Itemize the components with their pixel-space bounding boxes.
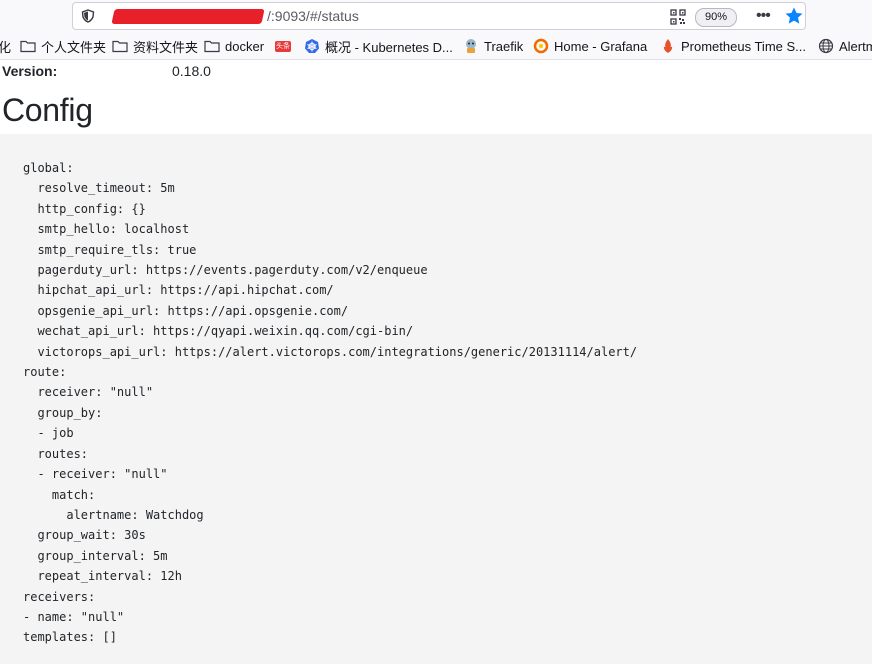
config-code-block: global: resolve_timeout: 5m http_config:… (0, 134, 872, 664)
address-bar[interactable]: /:9093/#/status 90% ••• (72, 2, 806, 30)
bookmark-star-icon[interactable] (784, 6, 804, 26)
bookmark-item-kubernetes[interactable]: 概况 - Kubernetes D... (304, 37, 453, 55)
bookmark-label: 概况 - Kubernetes D... (325, 39, 453, 55)
config-heading: Config (2, 92, 93, 128)
bookmark-label: Prometheus Time S... (681, 38, 806, 54)
folder-icon (112, 40, 128, 53)
zoom-indicator[interactable]: 90% (695, 8, 738, 27)
bookmark-label: Traefik (484, 38, 524, 54)
bookmark-item-partial[interactable]: 化 (0, 37, 11, 55)
bookmark-label: 个人文件夹 (41, 39, 107, 55)
bookmark-item-grafana[interactable]: Home - Grafana (533, 37, 647, 55)
folder-icon (204, 40, 220, 53)
prometheus-icon (663, 39, 673, 53)
shield-icon[interactable] (81, 9, 95, 23)
version-label: Version: (2, 63, 58, 79)
grafana-icon (533, 38, 549, 54)
qr-code-icon[interactable] (670, 9, 686, 25)
bookmark-label: docker (225, 38, 265, 54)
kubernetes-icon (305, 39, 319, 53)
bookmark-label: Home - Grafana (554, 38, 648, 54)
bookmark-item-toutiao[interactable]: 头条 (275, 37, 291, 55)
folder-icon (20, 40, 36, 53)
bookmark-folder-materials[interactable]: 资料文件夹 (112, 37, 198, 55)
bookmark-folder-docker[interactable]: docker (204, 37, 264, 55)
bookmark-label: Alertm (839, 38, 872, 54)
browser-chrome: /:9093/#/status 90% ••• 化 个人文件夹 资料文件夹 do… (0, 0, 872, 60)
url-text[interactable]: /:9093/#/status (267, 8, 359, 24)
redacted-host (111, 9, 265, 24)
traefik-icon (466, 39, 476, 53)
bookmark-label: 化 (0, 39, 12, 55)
bookmark-label: 资料文件夹 (133, 39, 199, 55)
bookmark-item-traefik[interactable]: Traefik (463, 37, 523, 55)
bookmark-item-prometheus[interactable]: Prometheus Time S... (660, 37, 806, 55)
bookmark-folder-personal[interactable]: 个人文件夹 (20, 37, 106, 55)
globe-icon (818, 38, 834, 54)
toutiao-icon: 头条 (275, 40, 291, 52)
page-actions-menu-icon[interactable]: ••• (756, 7, 771, 25)
bookmarks-toolbar: 化 个人文件夹 资料文件夹 docker 头条 概况 - Kubernetes … (0, 34, 872, 58)
bookmark-item-alertmanager[interactable]: Alertm (818, 37, 872, 55)
version-value: 0.18.0 (172, 63, 211, 79)
